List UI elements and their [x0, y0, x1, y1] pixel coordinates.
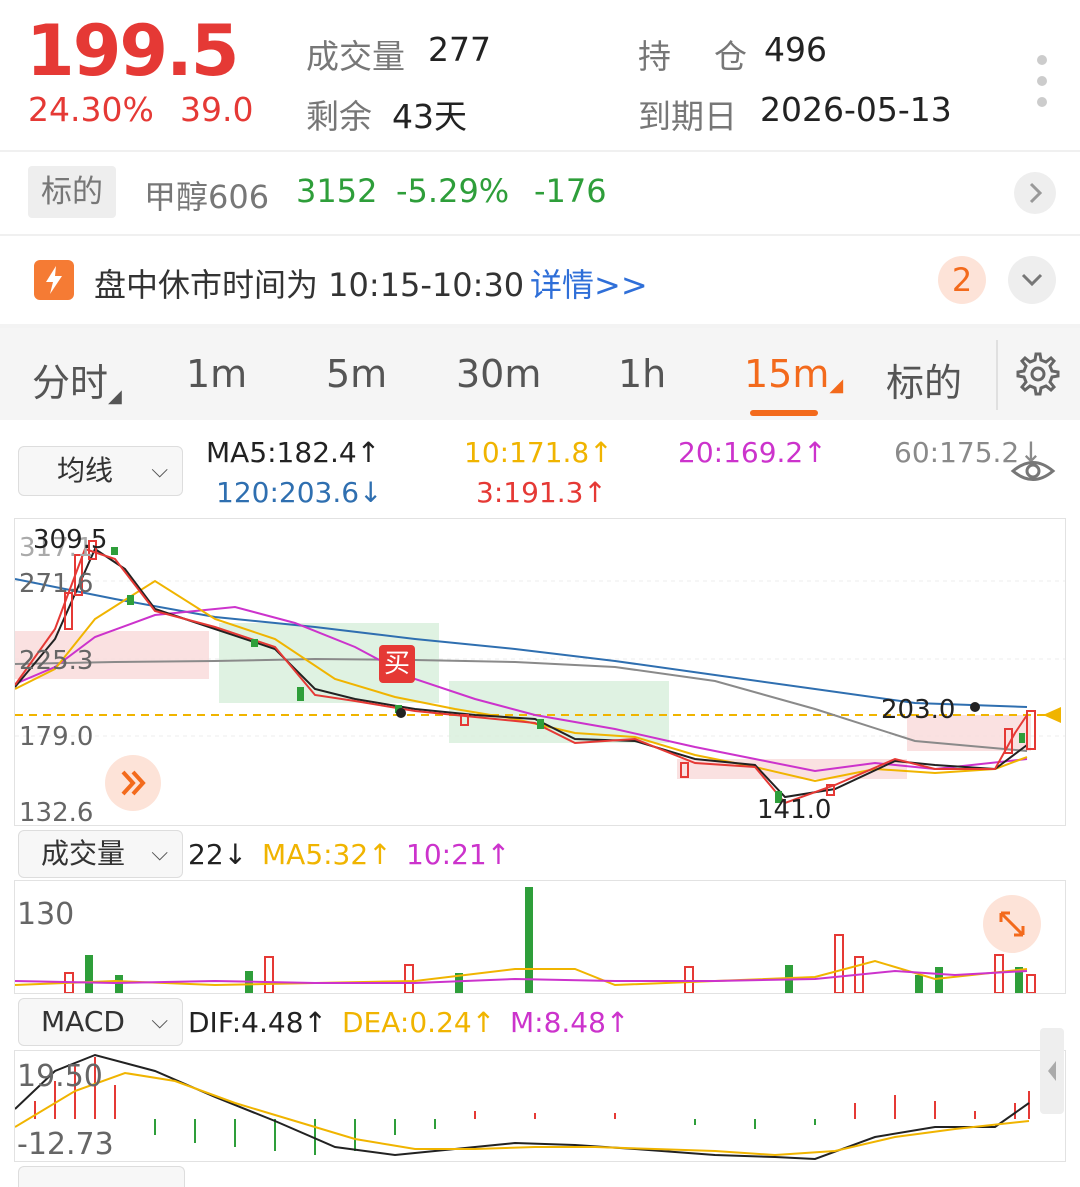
underlying-name: 甲醇606 [144, 178, 270, 216]
ma-selector[interactable]: 均线 ⌵ [18, 446, 183, 496]
volume-value: 277 [428, 30, 491, 69]
volume-ma10-line [15, 969, 1028, 985]
ma-selector-label: 均线 [57, 454, 114, 487]
volume-chart[interactable]: 130 [14, 880, 1066, 994]
tab-intraday-label: 分时 [32, 361, 109, 405]
volume-ma5: MA5:32↑ [262, 838, 392, 871]
underlying-tag: 标的 [28, 166, 116, 218]
macd-selector[interactable]: MACD ⌵ [18, 998, 183, 1046]
tab-5m[interactable]: 5m [326, 352, 387, 396]
price-axis-label-2: 271.6 [19, 569, 94, 599]
price-axis-label-3: 225.3 [19, 646, 94, 676]
chevron-down-icon: ⌵ [151, 841, 168, 866]
ma120-value: 120:203.6↓ [216, 476, 383, 509]
price-low-marker: 141.0 [757, 795, 832, 825]
tab-1h[interactable]: 1h [618, 352, 666, 396]
kline-chart[interactable]: 317.1 309.5 271.6 225.3 179.0 132.6 141.… [14, 518, 1066, 828]
open-interest-value: 496 [764, 30, 827, 69]
ma5-value: MA5:182.4↑ [206, 436, 381, 469]
eye-icon[interactable] [1010, 456, 1056, 486]
notice-count-badge[interactable]: 2 [938, 256, 986, 304]
expiry-label: 到期日 [638, 97, 737, 136]
chevron-left-icon[interactable] [1040, 1028, 1064, 1114]
tab-1m[interactable]: 1m [186, 352, 247, 396]
lightning-icon [34, 260, 74, 300]
more-vertical-icon[interactable] [1030, 52, 1054, 110]
macd-dif: DIF:4.48↑ [188, 1006, 327, 1039]
tab-30m[interactable]: 30m [456, 352, 541, 396]
trade-marker [396, 708, 406, 718]
chevron-down-icon[interactable] [1008, 256, 1056, 304]
price-axis-label-4: 179.0 [19, 722, 94, 752]
last-marker-dot [970, 702, 980, 712]
open-interest-label-2: 仓 [714, 37, 747, 76]
tab-15m[interactable]: 15m◢ [744, 352, 843, 396]
volume-ma10: 10:21↑ [406, 838, 511, 871]
expand-icon[interactable] [983, 895, 1041, 953]
macd-m: M:8.48↑ [510, 1006, 630, 1039]
tab-divider [996, 340, 998, 410]
volume-axis-max: 130 [17, 897, 75, 932]
ma3-value: 3:191.3↑ [476, 476, 607, 509]
active-tab-underline [750, 410, 818, 416]
notice-bar: 盘中休市时间为 10:15-10:30 详情>> 2 [0, 236, 1080, 324]
remaining-label: 剩余 [306, 97, 372, 136]
tab-underlying[interactable]: 标的 [886, 352, 962, 407]
change-percent: 24.30% [28, 90, 154, 129]
last-price: 199.5 [26, 10, 239, 92]
ma10-value: 10:171.8↑ [464, 436, 613, 469]
notice-text: 盘中休市时间为 10:15-10:30 [94, 266, 525, 304]
macd-chart-svg [15, 1053, 1030, 1161]
buy-signal-tag[interactable]: 买 [379, 645, 415, 683]
ma20-value: 20:169.2↑ [678, 436, 827, 469]
last-price-arrow [1043, 707, 1061, 723]
change-amount: 39.0 [180, 90, 254, 129]
volume-selector[interactable]: 成交量 ⌵ [18, 830, 183, 878]
macd-dif-line [15, 1053, 1030, 1161]
tab-15m-label: 15m [744, 352, 830, 396]
macd-chart[interactable]: 19.50 -12.73 [14, 1050, 1066, 1162]
chevron-down-icon: ⌵ [151, 458, 168, 483]
kline-chart-svg [15, 540, 1065, 805]
expiry-value: 2026-05-13 [760, 90, 952, 129]
macd-axis-max: 19.50 [17, 1059, 103, 1094]
volume-current: 22↓ [188, 838, 248, 871]
chevron-down-icon: ⌵ [151, 1009, 168, 1034]
macd-axis-min: -12.73 [17, 1127, 114, 1162]
last-price-marker: 203.0 [881, 695, 956, 725]
fast-forward-icon[interactable] [105, 755, 161, 811]
price-high-marker: 309.5 [33, 525, 108, 555]
gear-icon[interactable] [1016, 352, 1060, 396]
underlying-change-pct: -5.29% [396, 172, 510, 210]
chevron-right-icon[interactable] [1014, 172, 1056, 214]
notice-detail-link[interactable]: 详情>> [530, 260, 648, 306]
underlying-row[interactable]: 标的 甲醇606 3152 -5.29% -176 [0, 152, 1080, 234]
tab-intraday[interactable]: 分时◢ [32, 352, 122, 407]
volume-bars [64, 887, 1036, 993]
open-interest-label-1: 持 [638, 37, 671, 76]
macd-selector-label: MACD [41, 1005, 125, 1038]
volume-selector-label: 成交量 [41, 837, 126, 870]
underlying-change-abs: -176 [534, 172, 607, 210]
remaining-value: 43天 [392, 97, 467, 136]
macd-dea: DEA:0.24↑ [342, 1006, 496, 1039]
volume-label: 成交量 [306, 37, 405, 76]
price-axis-label-bottom: 132.6 [19, 798, 94, 828]
volume-chart-svg [15, 887, 1036, 993]
underlying-price: 3152 [296, 172, 378, 210]
